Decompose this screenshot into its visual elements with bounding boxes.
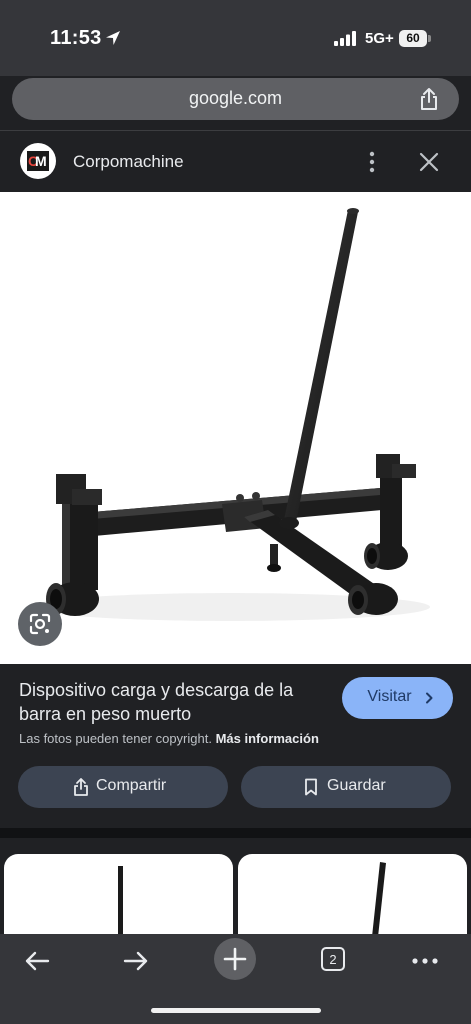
lens-icon — [29, 613, 51, 635]
copyright-text: Las fotos pueden tener copyright. — [19, 731, 212, 746]
battery-level: 60 — [406, 31, 420, 45]
signal-icon — [334, 31, 356, 46]
more-horiz-icon[interactable] — [410, 946, 440, 976]
bookmark-icon — [305, 778, 317, 796]
related-image-thumbnail[interactable] — [238, 854, 467, 934]
result-info-panel: Dispositivo carga y descarga de la barra… — [0, 664, 471, 828]
home-indicator — [151, 1008, 321, 1013]
lens-button[interactable] — [18, 602, 62, 646]
site-header: CM Corpomachine — [0, 130, 471, 193]
tab-count: 2 — [329, 952, 337, 967]
bottom-toolbar: 2 — [0, 934, 471, 1024]
bar-jack-illustration — [30, 208, 430, 621]
tabs-button[interactable]: 2 — [321, 947, 345, 971]
network-type: 5G+ — [365, 30, 394, 47]
save-button[interactable]: Guardar — [241, 766, 451, 808]
visit-button-label: Visitar — [367, 688, 412, 705]
copyright-notice: Las fotos pueden tener copyright. Más in… — [19, 731, 319, 746]
new-tab-button[interactable] — [214, 938, 256, 980]
location-arrow-icon — [106, 31, 120, 45]
section-divider — [0, 828, 471, 838]
share-button[interactable]: Compartir — [18, 766, 228, 808]
product-image[interactable] — [0, 192, 471, 664]
status-time: 11:53 — [50, 27, 102, 49]
site-name[interactable]: Corpomachine — [73, 152, 184, 172]
related-images — [0, 838, 471, 934]
save-button-label: Guardar — [327, 777, 386, 794]
forward-icon[interactable] — [121, 946, 151, 976]
share-icon[interactable] — [418, 87, 440, 111]
url-bar[interactable]: google.com — [12, 78, 459, 120]
visit-button[interactable]: Visitar — [342, 677, 453, 719]
share-icon — [74, 778, 88, 796]
related-image-thumbnail[interactable] — [4, 854, 233, 934]
share-button-label: Compartir — [96, 777, 167, 794]
more-vert-icon[interactable] — [362, 151, 382, 173]
chevron-right-icon — [426, 692, 433, 704]
more-info-link[interactable]: Más información — [216, 731, 319, 746]
result-title[interactable]: Dispositivo carga y descarga de la barra… — [19, 678, 334, 726]
site-logo[interactable]: CM — [20, 143, 56, 179]
back-icon[interactable] — [22, 946, 52, 976]
close-icon[interactable] — [418, 151, 440, 173]
battery-indicator: 60 — [399, 30, 433, 47]
status-bar: 11:53 5G+ 60 — [0, 0, 471, 76]
add-icon — [223, 947, 247, 971]
url-text[interactable]: google.com — [12, 88, 459, 109]
